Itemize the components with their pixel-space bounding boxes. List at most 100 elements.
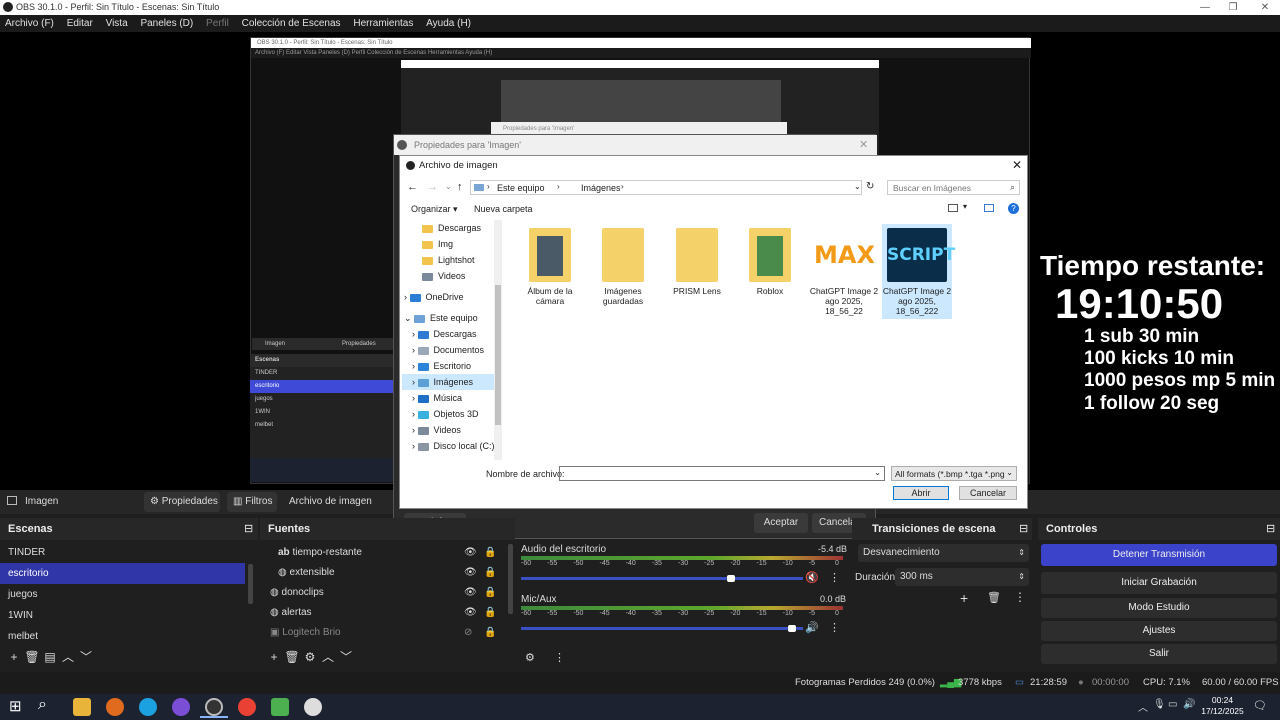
volume-slider-handle[interactable]: [727, 575, 735, 582]
address-bar[interactable]: › Este equipo › Imágenes › ⌄: [470, 180, 862, 195]
volume-slider[interactable]: [521, 575, 803, 582]
accept-button[interactable]: Aceptar: [754, 513, 808, 533]
obs-app-icon[interactable]: [205, 698, 223, 716]
help-icon[interactable]: ?: [1008, 203, 1019, 214]
file-item-folder[interactable]: Álbum de la cámara: [515, 228, 585, 306]
recent-dropdown-icon[interactable]: ⌄: [445, 182, 452, 191]
menu-tools[interactable]: Herramientas: [348, 15, 418, 32]
undock-icon[interactable]: ⊟: [1019, 518, 1028, 540]
delete-scene-icon[interactable]: 🗑: [23, 648, 41, 666]
properties-button[interactable]: ⚙ Propiedades: [144, 492, 220, 512]
maximize-button[interactable]: ❐: [1218, 0, 1248, 15]
notification-icon[interactable]: 🗨: [1253, 699, 1267, 712]
kebab-menu-icon[interactable]: ⋮: [829, 571, 840, 584]
app-icon[interactable]: [304, 698, 322, 716]
menu-docks[interactable]: Paneles (D): [135, 15, 198, 32]
eye-hidden-icon[interactable]: ⊘: [464, 622, 472, 643]
nav-item[interactable]: › Objetos 3D: [402, 406, 499, 422]
nav-scrollbar-thumb[interactable]: [495, 285, 501, 425]
scene-item-selected[interactable]: escritorio: [0, 563, 245, 584]
scene-item[interactable]: TINDER: [0, 542, 245, 563]
source-item[interactable]: ◍ alertas 👁 🔒: [260, 602, 500, 623]
chrome-browser-icon[interactable]: [238, 698, 256, 716]
chevron-down-icon[interactable]: ⌄: [874, 468, 881, 477]
refresh-icon[interactable]: ↻: [866, 181, 874, 192]
scene-item[interactable]: melbet: [0, 626, 245, 647]
filters-button[interactable]: ▥ Filtros: [227, 492, 277, 512]
add-source-icon[interactable]: +: [265, 648, 283, 666]
chevron-down-icon[interactable]: ⌄: [854, 182, 861, 191]
nav-item[interactable]: › Disco local (C:): [402, 438, 499, 454]
file-item-folder[interactable]: Imágenes guardadas: [588, 228, 658, 306]
scenes-scrollbar[interactable]: [248, 564, 253, 604]
lock-icon[interactable]: 🔒: [484, 562, 496, 583]
kebab-menu-icon[interactable]: ⋮: [1014, 590, 1026, 604]
filter-icon[interactable]: ▤: [41, 648, 59, 666]
nav-item[interactable]: › Videos: [402, 422, 499, 438]
nav-item-selected[interactable]: › Imágenes: [402, 374, 499, 390]
source-item[interactable]: ab tiempo-restante 👁 🔒: [268, 542, 500, 563]
nav-this-pc[interactable]: ⌄ Este equipo: [402, 310, 499, 326]
menu-file[interactable]: Archivo (F): [0, 15, 59, 32]
volume-slider-handle[interactable]: [788, 625, 796, 632]
menu-view[interactable]: Vista: [101, 15, 133, 32]
nav-item[interactable]: › Música: [402, 390, 499, 406]
filename-input[interactable]: ⌄: [559, 466, 885, 481]
move-up-icon[interactable]: ︿: [319, 648, 337, 666]
nav-item[interactable]: Img: [402, 236, 453, 252]
lock-icon[interactable]: 🔒: [484, 542, 496, 563]
add-transition-icon[interactable]: +: [960, 590, 968, 606]
close-button[interactable]: ✕: [1250, 0, 1280, 15]
add-scene-icon[interactable]: +: [5, 648, 23, 666]
new-folder-button[interactable]: Nueva carpeta: [474, 204, 533, 214]
source-item-hidden[interactable]: ▣ Logitech Brio ⊘ 🔒: [260, 622, 500, 643]
file-item-folder[interactable]: PRISM Lens: [662, 228, 732, 296]
gear-icon[interactable]: ⚙: [301, 648, 319, 666]
start-recording-button[interactable]: Iniciar Grabación: [1041, 572, 1277, 594]
nav-item[interactable]: Lightshot: [402, 252, 475, 268]
open-button[interactable]: Abrir: [893, 486, 949, 500]
chevron-up-icon[interactable]: ︿: [1138, 699, 1148, 714]
clock[interactable]: 00:24 17/12/2025: [1200, 695, 1245, 717]
nav-scrollbar[interactable]: [494, 220, 502, 460]
view-options-icon[interactable]: [948, 204, 958, 212]
eye-icon[interactable]: 👁: [464, 542, 477, 563]
organize-button[interactable]: Organizar ▾: [411, 204, 458, 215]
breadcrumb-this-pc[interactable]: Este equipo: [497, 183, 545, 193]
nav-item[interactable]: › Descargas: [402, 326, 499, 342]
stop-streaming-button[interactable]: Detener Transmisión: [1041, 544, 1277, 566]
lock-icon[interactable]: 🔒: [484, 602, 496, 623]
source-item[interactable]: ◍ extensible 👁 🔒: [268, 562, 500, 583]
move-up-icon[interactable]: ︿: [59, 648, 77, 666]
chevron-down-icon[interactable]: ▾: [963, 202, 967, 211]
chevron-updown-icon[interactable]: ⇕: [1018, 568, 1025, 586]
delete-transition-icon[interactable]: 🗑: [987, 591, 1001, 604]
nav-item[interactable]: › Documentos: [402, 342, 499, 358]
nav-onedrive[interactable]: › OneDrive: [402, 289, 499, 305]
move-down-icon[interactable]: ﹀: [77, 648, 95, 666]
undock-icon[interactable]: ⊟: [1266, 518, 1275, 540]
source-item[interactable]: ◍ donoclips 👁 🔒: [260, 582, 500, 603]
nav-item[interactable]: Videos: [402, 268, 465, 284]
menu-profile[interactable]: Perfil: [201, 15, 234, 32]
muted-speaker-icon[interactable]: 🔇: [805, 571, 819, 584]
lock-icon[interactable]: 🔒: [484, 582, 496, 603]
sources-scrollbar[interactable]: [508, 544, 513, 614]
network-icon[interactable]: ▭: [1168, 699, 1177, 710]
transition-select[interactable]: Desvanecimiento ⇕: [858, 544, 1029, 562]
nav-item[interactable]: Descargas: [402, 220, 481, 236]
delete-source-icon[interactable]: 🗑: [283, 648, 301, 666]
back-arrow-icon[interactable]: ←: [407, 181, 418, 193]
search-input[interactable]: Buscar en Imágenes ⌕: [887, 180, 1020, 195]
cancel-button[interactable]: Cancelar: [959, 486, 1017, 500]
menu-scene-collection[interactable]: Colección de Escenas: [237, 15, 346, 32]
file-type-select[interactable]: All formats (*.bmp *.tga *.png * ⌄: [891, 466, 1017, 481]
microphone-icon[interactable]: 🎙: [1153, 699, 1166, 710]
file-explorer-icon[interactable]: [73, 698, 91, 716]
duration-spinbox[interactable]: 300 ms ⇕: [895, 568, 1029, 586]
volume-slider[interactable]: [521, 625, 803, 632]
scene-item[interactable]: 1WIN: [0, 605, 245, 626]
forward-arrow-icon[interactable]: →: [427, 181, 438, 193]
undock-icon[interactable]: ⊟: [244, 518, 253, 540]
brave-browser-icon[interactable]: [106, 698, 124, 716]
